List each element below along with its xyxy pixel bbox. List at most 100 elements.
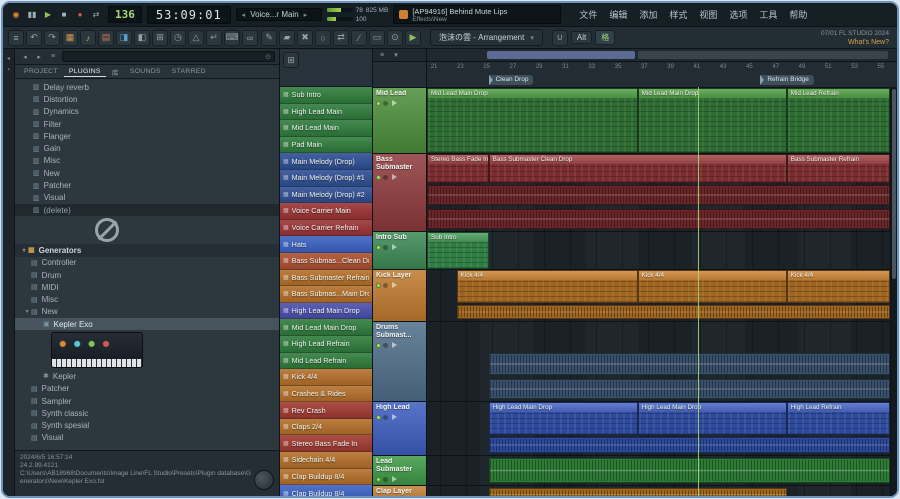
pattern-item-7[interactable]: ▦Main Melody (Drop) #2 (280, 187, 372, 204)
pattern-picker-icon[interactable]: ⊞ (283, 52, 299, 68)
pattern-item-25[interactable]: ▦Clap Buildup 8/4 (280, 485, 372, 496)
pattern-item-11[interactable]: ▦Bass Submas...Clean Drop (280, 253, 372, 270)
track-enable-led[interactable] (376, 245, 381, 250)
clip-lane[interactable] (427, 207, 890, 231)
tree-item-6[interactable]: ▥Misc (15, 155, 279, 167)
audio-strip[interactable] (457, 305, 890, 319)
clip-lane[interactable]: Sub Intro (427, 232, 890, 269)
pattern-item-3[interactable]: ▦Mid Lead Main (280, 120, 372, 137)
track-fader[interactable] (392, 414, 397, 420)
pattern-item-16[interactable]: ▦High Lead Refrain (280, 336, 372, 353)
audio-strip[interactable] (489, 437, 890, 453)
track-fader[interactable] (392, 476, 397, 482)
track-enable-led[interactable] (376, 175, 381, 180)
menu-item-8[interactable]: 帮助 (784, 6, 812, 23)
pattern-item-14[interactable]: ▦High Lead Main Drop (280, 303, 372, 320)
menu-item-7[interactable]: 工具 (754, 6, 782, 23)
multilink-controllers-icon[interactable]: ∞ (242, 30, 258, 46)
wait-for-input-icon[interactable]: ↵ (206, 30, 222, 46)
track-mute-dot[interactable] (383, 343, 388, 348)
audio-strip[interactable] (489, 379, 890, 399)
clip[interactable]: Kick 4/4 (787, 270, 890, 303)
clip-lane[interactable] (427, 303, 890, 321)
track-mute-dot[interactable] (383, 175, 388, 180)
track-enable-led[interactable] (376, 101, 381, 106)
track-header[interactable]: Mid Lead (373, 88, 427, 153)
tree-item-23[interactable]: ▤Synth classic (15, 407, 279, 419)
track-fader[interactable] (392, 244, 397, 250)
piano-roll-panel-icon[interactable]: ♪ (80, 30, 96, 46)
tree-item-17[interactable]: ▾▤New (15, 306, 279, 318)
tree-item-15[interactable]: ▤MIDI (15, 281, 279, 293)
pattern-selector[interactable]: ◂ Voice...r Main ▸ (236, 8, 322, 21)
pattern-item-12[interactable]: ▦Bass Submaster Refrain (280, 270, 372, 287)
undo-icon[interactable]: ↶ (26, 30, 42, 46)
tree-item-20[interactable]: ✱Kepler (15, 370, 279, 382)
pattern-item-17[interactable]: ▦Mid Lead Refrain (280, 353, 372, 370)
pattern-item-1[interactable]: ▦Sub Intro (280, 87, 372, 104)
track-enable-led[interactable] (376, 477, 381, 482)
tempo-tap-icon[interactable]: ◷ (170, 30, 186, 46)
delete-tool-icon[interactable]: ✖ (297, 30, 313, 46)
clip[interactable]: Mid Lead Refrain (787, 88, 890, 153)
paint-tool-icon[interactable]: ▰ (279, 30, 295, 46)
menu-item-6[interactable]: 选项 (724, 6, 752, 23)
tree-item-22[interactable]: ▤Sampler (15, 395, 279, 407)
tree-item-12[interactable]: ▾▦Generators (15, 244, 279, 256)
pattern-item-19[interactable]: ▦Crashes & Rides (280, 386, 372, 403)
playlist-vscrollbar[interactable] (890, 87, 897, 496)
pattern-item-10[interactable]: ▦Hats (280, 236, 372, 253)
pattern-item-13[interactable]: ▦Bass Submas...Main Drop (280, 286, 372, 303)
stop-button[interactable]: ■ (57, 8, 71, 22)
browser-panel-icon[interactable]: ◧ (134, 30, 150, 46)
pause-button[interactable]: ▮▮ (25, 8, 39, 22)
slice-tool-icon[interactable]: ∕ (351, 30, 367, 46)
tree-item-16[interactable]: ▤Misc (15, 293, 279, 305)
clip[interactable]: Sub Intro (427, 232, 489, 269)
pattern-item-2[interactable]: ▦High Lead Main (280, 104, 372, 121)
playlist-panel-icon[interactable]: ▦ (62, 30, 78, 46)
clip[interactable]: Kick 4/4 (457, 270, 638, 303)
tree-item-8[interactable]: ▥Patcher (15, 179, 279, 191)
browser-tab-sounds[interactable]: SOUNDS (125, 67, 166, 76)
clip[interactable]: Mid Lead Main Drop (638, 88, 787, 153)
clip-lane[interactable] (427, 377, 890, 401)
tree-item-25[interactable]: ▤Visual (15, 432, 279, 444)
tree-item-0[interactable]: ▥Delay reverb (15, 81, 279, 93)
clip-lane[interactable] (427, 322, 890, 351)
channel-rack-panel-icon[interactable]: ▤ (98, 30, 114, 46)
arrangement-selector[interactable]: 泡沫の雲 - Arrangement ▾ (430, 29, 543, 46)
clip[interactable]: High Lead Refrain (787, 402, 890, 435)
browser-corner-knob[interactable] (254, 470, 274, 490)
pattern-item-6[interactable]: ▦Main Melody (Drop) #1 (280, 170, 372, 187)
track-header[interactable]: Clap Layer (373, 486, 427, 496)
song-mode-switch-icon[interactable]: ⇄ (89, 8, 103, 22)
collapse-panel-icon[interactable]: ◂ (4, 53, 14, 63)
clip-lane[interactable]: Kick 4/4Kick 4/4Kick 4/4 (427, 270, 890, 303)
alt-snap-button[interactable]: Alt (571, 31, 592, 44)
browser-forward-icon[interactable]: ▸ (33, 51, 45, 63)
pattern-item-4[interactable]: ▦Pad Main (280, 137, 372, 154)
track-enable-led[interactable] (376, 415, 381, 420)
browser-back-icon[interactable]: ◂ (19, 51, 31, 63)
plugin-preview-thumbnail[interactable] (51, 332, 143, 368)
track-header[interactable]: Intro Sub (373, 232, 427, 269)
track-fader[interactable] (392, 342, 397, 348)
tree-item-9[interactable]: ▥Visual (15, 192, 279, 204)
clip-lane[interactable] (427, 486, 890, 496)
clip[interactable]: Mid Lead Main Drop (427, 88, 638, 153)
clip-lane[interactable] (427, 456, 890, 485)
pattern-item-18[interactable]: ▦Kick 4/4 (280, 369, 372, 386)
select-tool-icon[interactable]: ▭ (369, 30, 385, 46)
playlist-menu-icon[interactable]: ≡ (376, 49, 388, 61)
browser-tab-starred[interactable]: STARRED (167, 67, 211, 76)
audio-strip[interactable] (489, 488, 787, 496)
audio-strip[interactable] (489, 353, 890, 375)
typing-keyboard-icon[interactable]: ⌨ (224, 30, 240, 46)
next-pattern-icon[interactable]: ▸ (304, 11, 308, 19)
clip-lane[interactable] (427, 351, 890, 377)
browser-menu-icon[interactable]: ≡ (47, 51, 59, 63)
clip[interactable]: Bass Submaster Refrain (787, 154, 890, 183)
audio-strip[interactable] (427, 209, 890, 229)
clip[interactable]: High Lead Main Drop (638, 402, 787, 435)
